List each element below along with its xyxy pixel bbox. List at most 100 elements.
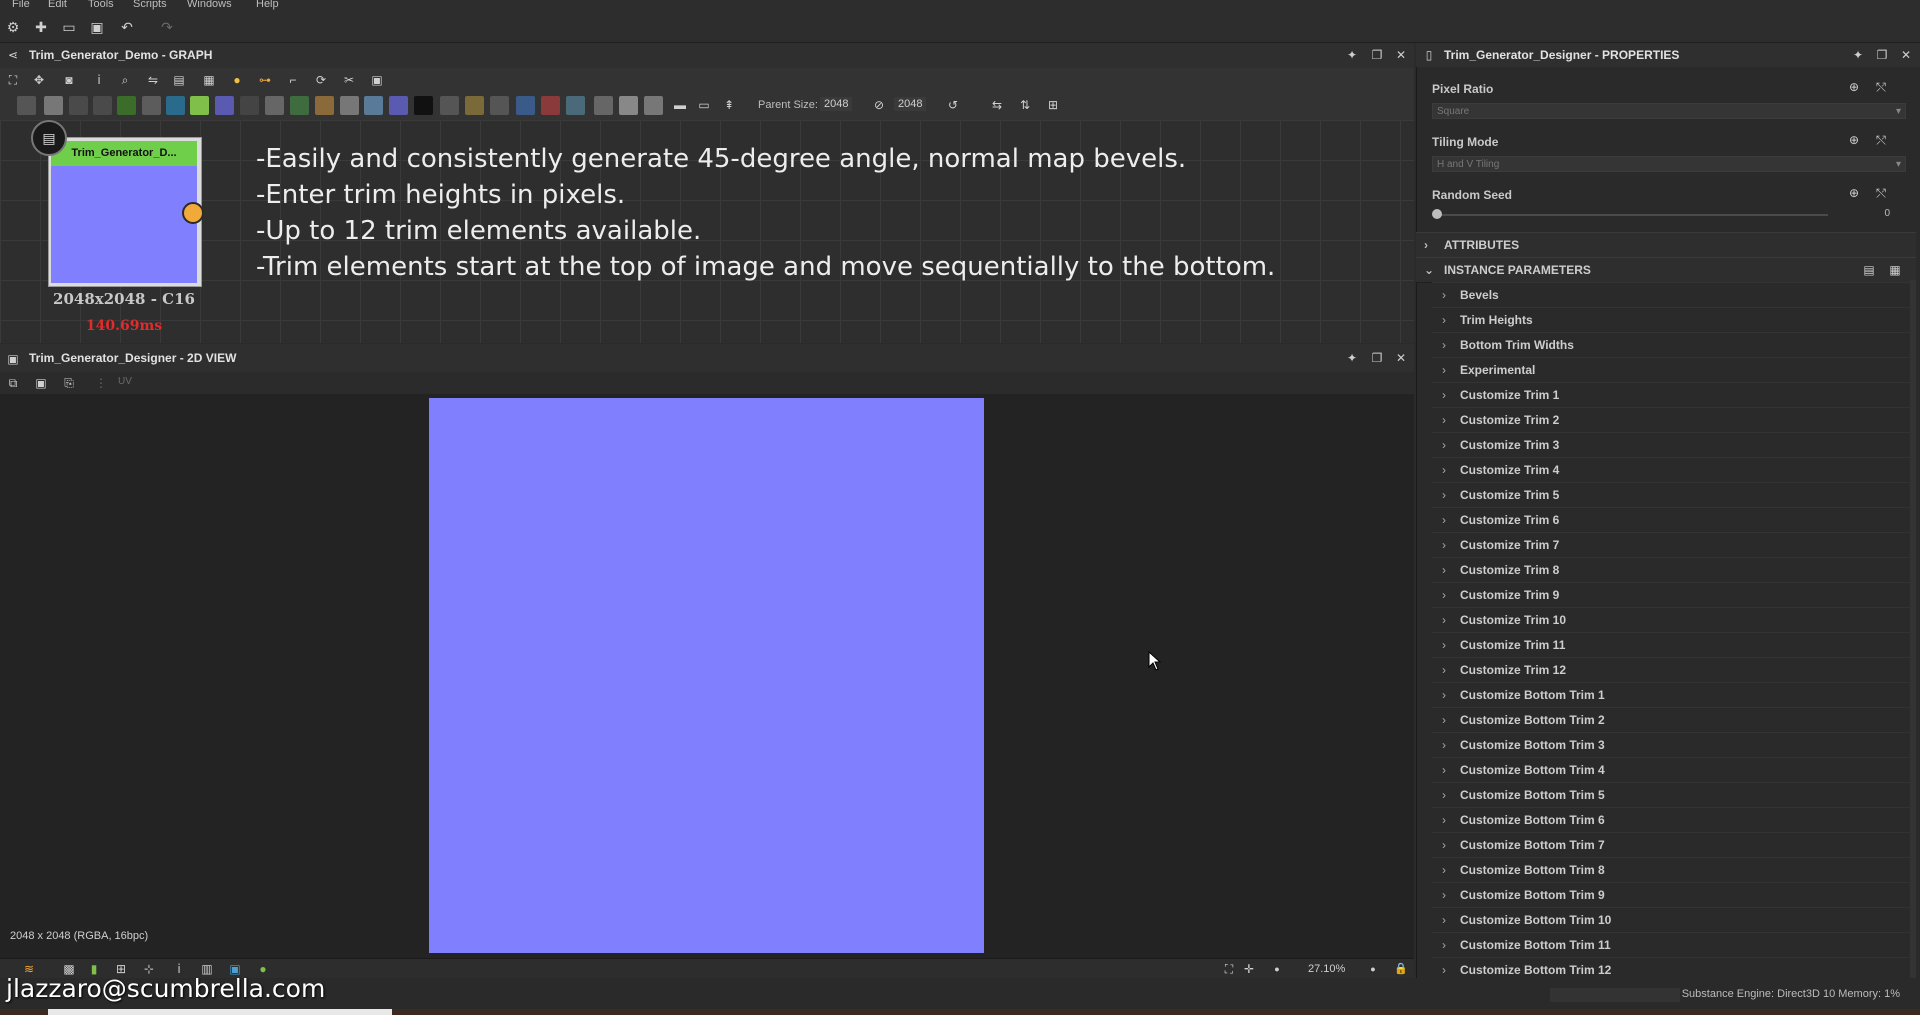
menu-windows[interactable]: Windows [187,0,232,10]
parent-size-width-select[interactable]: 2048 [820,97,853,111]
close-icon[interactable]: ✕ [1394,48,1408,62]
comment-icon[interactable]: ▬ [671,96,689,114]
export-icon[interactable]: ▣ [368,71,386,89]
expose-parameter-icon[interactable]: ⊕ [1847,133,1861,147]
camera-icon[interactable]: ◙ [60,71,78,89]
info-icon[interactable]: ⅰ [90,71,108,89]
copy-view-icon[interactable]: ⧉ [4,374,22,392]
parameter-group-row[interactable]: › Bottom Trim Widths [1432,332,1910,358]
link-nodes-icon[interactable]: ⇋ [144,71,162,89]
lock-icon[interactable]: 🔒 [1392,960,1410,978]
parameter-group-row[interactable]: › Customize Trim 11 [1432,632,1910,658]
normal-icon[interactable] [215,96,234,115]
parameter-group-row[interactable]: › Customize Bottom Trim 9 [1432,882,1910,908]
parameter-group-row[interactable]: › Customize Bottom Trim 4 [1432,757,1910,783]
parameter-function-icon[interactable]: ⤲ [1874,186,1888,200]
parent-size-height-select[interactable]: 2048 [894,97,927,111]
save-icon[interactable]: ▣ [88,18,106,36]
move-icon[interactable]: ✥ [30,71,48,89]
properties-scrollbar[interactable] [1910,280,1916,980]
zoom-level[interactable]: 27.10% [1308,963,1345,975]
pin-icon[interactable]: ✦ [1345,48,1359,62]
parameter-group-row[interactable]: › Customize Trim 9 [1432,582,1910,608]
align-h-icon[interactable]: ⇆ [988,96,1006,114]
new-package-icon[interactable]: ✚ [32,18,50,36]
link-size-icon[interactable]: ⊘ [870,96,888,114]
center-icon[interactable]: ✛ [1240,960,1258,978]
float-window-icon[interactable]: ❐ [1370,351,1384,365]
parameter-group-row[interactable]: › Customize Bottom Trim 1 [1432,682,1910,708]
parameter-group-row[interactable]: › Trim Heights [1432,307,1910,333]
svg-node-icon[interactable] [44,96,63,115]
output-icon[interactable] [315,96,334,115]
attributes-section[interactable]: › ATTRIBUTES [1416,232,1916,258]
connect-icon[interactable]: ⊶ [256,71,274,89]
text-icon[interactable] [490,96,509,115]
curve-icon[interactable] [117,96,136,115]
float-window-icon[interactable]: ❐ [1370,48,1384,62]
tiling-mode-select[interactable]: H and V Tiling ▾ [1432,156,1906,172]
paint-icon[interactable] [541,96,560,115]
snap-icon[interactable]: ⊞ [1044,96,1062,114]
node-output-port[interactable] [182,202,204,224]
shape-icon[interactable] [364,96,383,115]
pixel-processor-icon[interactable] [290,96,309,115]
instance-parameters-section[interactable]: ⌄ INSTANCE PARAMETERS ▤ ▦ [1416,257,1916,283]
fit-view-icon[interactable]: ⛶ [4,71,22,89]
parameter-group-row[interactable]: › Customize Trim 8 [1432,557,1910,583]
python-icon[interactable]: ● [228,71,246,89]
random-seed-value[interactable]: 0 [1880,208,1890,219]
menu-edit[interactable]: Edit [48,0,67,10]
uv-select[interactable]: UV [118,376,132,387]
navigation-pin-icon[interactable]: ⇞ [720,96,738,114]
copy-image-icon[interactable]: ⎘ [60,374,78,392]
redo-icon[interactable]: ↷ [158,18,176,36]
uv-icon[interactable]: ⋮ [92,374,110,392]
selection-icon[interactable] [516,96,535,115]
blur-icon[interactable] [142,96,161,115]
menu-help[interactable]: Help [256,0,279,10]
parameter-group-row[interactable]: › Customize Bottom Trim 8 [1432,857,1910,883]
new-substance-icon[interactable]: ⚙ [4,18,22,36]
node-thumbnail[interactable] [51,166,197,283]
expose-parameter-icon[interactable]: ⊕ [1847,80,1861,94]
parameter-group-row[interactable]: › Customize Trim 7 [1432,532,1910,558]
reset-size-icon[interactable]: ↺ [944,96,962,114]
parameter-function-icon[interactable]: ⤲ [1874,80,1888,94]
random-seed-slider-track[interactable] [1438,214,1828,216]
parameter-group-row[interactable]: › Customize Trim 5 [1432,482,1910,508]
preset-menu-icon[interactable]: ▦ [1888,263,1902,277]
open-folder-icon[interactable]: ▭ [60,18,78,36]
align-v-icon[interactable]: ⇅ [1016,96,1034,114]
dot-icon[interactable]: ⌐ [284,71,302,89]
parameter-group-row[interactable]: › Bevels [1432,282,1910,308]
parameter-function-icon[interactable]: ⤲ [1874,133,1888,147]
zoom-out-icon[interactable]: ● [1268,960,1286,978]
close-icon[interactable]: ✕ [1899,48,1913,62]
node-title[interactable]: Trim_Generator_D... [51,141,197,166]
float-window-icon[interactable]: ❐ [1875,48,1889,62]
document-icon[interactable]: ▤ [31,120,67,156]
parameter-group-row[interactable]: › Customize Trim 3 [1432,432,1910,458]
mirror-icon[interactable] [465,96,484,115]
random-seed-slider-handle[interactable] [1432,209,1442,219]
menu-scripts[interactable]: Scripts [133,0,167,10]
tile-icon[interactable] [240,96,259,115]
random-icon[interactable] [414,96,433,115]
mask-icon[interactable] [566,96,585,115]
align-icon[interactable]: ▤ [170,71,188,89]
parameter-group-row[interactable]: › Customize Bottom Trim 7 [1432,832,1910,858]
fx-map-icon[interactable] [265,96,284,115]
frame-icon[interactable]: ▦ [200,71,218,89]
pixel-ratio-select[interactable]: Square ▾ [1432,103,1906,119]
parameter-group-row[interactable]: › Customize Bottom Trim 2 [1432,707,1910,733]
layout-icon[interactable] [594,96,613,115]
warp-icon[interactable] [440,96,459,115]
gradient-icon[interactable] [190,96,209,115]
search-icon[interactable]: ⌕ [116,71,134,89]
parameter-group-row[interactable]: › Customize Trim 6 [1432,507,1910,533]
frame-node-icon[interactable] [619,96,638,115]
bitmap-node-icon[interactable] [17,96,36,115]
pin-icon[interactable]: ✦ [1345,351,1359,365]
parameter-group-row[interactable]: › Customize Bottom Trim 3 [1432,732,1910,758]
